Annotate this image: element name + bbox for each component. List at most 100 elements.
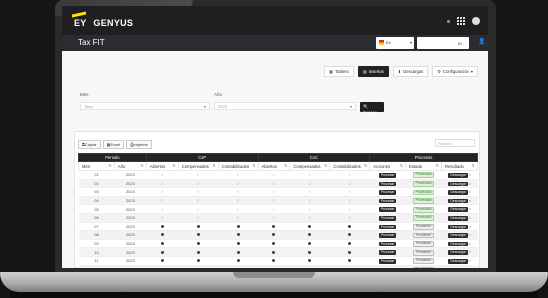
procesar-button[interactable]: Procesar [378, 241, 397, 247]
file-icon: ▤ [362, 69, 367, 74]
descargar-button[interactable]: Descargar [448, 215, 468, 221]
descargar-button[interactable]: Descargar [448, 250, 468, 255]
topbar-icons [447, 17, 480, 25]
cell-indicator [146, 247, 179, 257]
cell-indicator [146, 230, 179, 240]
cell-indicator: ✓ [329, 170, 370, 180]
descargar-button[interactable]: Descargar [448, 241, 468, 247]
cell-indicator: ✓ [146, 196, 179, 206]
cell-indicator: ✓ [329, 204, 370, 214]
status-badge: Pendiente [413, 258, 434, 265]
language-selector[interactable]: Es ▾ [376, 37, 414, 49]
col-mes[interactable]: Mes [78, 161, 115, 171]
tab-configuracion[interactable]: ⚙ Configuración ▾ [432, 66, 478, 77]
col-cxc-contabilizados[interactable]: Contabilizados [329, 161, 371, 171]
mes-select[interactable]: Todo ▾ [80, 102, 210, 110]
brand-logo[interactable]: EY GENYUS [74, 18, 133, 28]
check-icon: ✓ [160, 215, 164, 221]
copy-button[interactable]: ⧉ Copiar [78, 140, 101, 149]
anio-select[interactable]: 2023 ▾ [214, 102, 356, 110]
pending-dot-icon [272, 224, 276, 228]
excel-button[interactable]: ▦ Excel [102, 140, 125, 149]
descargar-button[interactable]: Descargar [448, 173, 468, 178]
check-icon: ✓ [160, 172, 164, 178]
cell-acciones: Procesar [369, 196, 406, 206]
check-icon: ✓ [348, 215, 352, 221]
check-icon: ✓ [160, 206, 164, 212]
chevron-down-icon: ▾ [469, 250, 471, 255]
procesar-button[interactable]: Procesar [378, 258, 397, 264]
procesar-button[interactable]: Procesar [378, 190, 397, 195]
procesar-button[interactable]: Procesar [378, 207, 397, 212]
cell-resultado: Descargar ▾ [441, 179, 478, 189]
descargar-button[interactable]: Descargar [448, 224, 468, 230]
check-icon: ✓ [196, 172, 200, 178]
apps-grid-icon[interactable] [457, 17, 465, 25]
descargar-button[interactable]: Descargar [448, 190, 468, 195]
pending-dot-icon [236, 224, 240, 228]
cell-indicator: ✓ [218, 213, 258, 223]
cell-mes: 01 [78, 170, 115, 180]
check-icon: ✓ [196, 215, 200, 221]
cell-acciones: Procesar [369, 265, 406, 268]
status-badge: Procesado [412, 189, 435, 196]
col-anio[interactable]: Año [113, 161, 147, 171]
pending-dot-icon [308, 233, 312, 237]
procesar-button[interactable]: Procesar [378, 233, 397, 238]
cell-anio: 2023 [114, 230, 147, 240]
procesar-button[interactable]: Procesar [378, 181, 397, 187]
descargar-button[interactable]: Descargar [448, 258, 468, 264]
col-resultado[interactable]: Resultado [441, 161, 478, 171]
top-navbar: EY GENYUS [62, 6, 488, 35]
check-icon: ✓ [272, 198, 276, 204]
col-estado[interactable]: Estado [405, 161, 442, 171]
cell-indicator [289, 222, 330, 232]
check-icon: ✓ [236, 215, 240, 221]
cell-estado: Pendiente [405, 247, 442, 257]
cell-indicator [218, 230, 258, 240]
procesar-button[interactable]: Procesar [378, 224, 397, 230]
cell-indicator [258, 256, 290, 266]
procesar-button[interactable]: Procesar [378, 250, 397, 255]
print-button[interactable]: ⎙ Imprimir [126, 140, 152, 149]
group-header-cxc: CxC [257, 153, 371, 162]
cell-indicator [178, 265, 219, 268]
procesar-button[interactable]: Procesar [378, 198, 397, 204]
laptop-shadow [10, 292, 538, 298]
descargar-button[interactable]: Descargar [448, 181, 468, 187]
company-selector[interactable]: ID [417, 37, 469, 49]
check-icon: ✓ [308, 198, 312, 204]
user-menu-icon[interactable]: 👤 [478, 38, 485, 46]
cell-indicator: ✓ [178, 213, 219, 223]
descargar-button[interactable]: Descargar [448, 198, 468, 204]
col-cxp-abiertos[interactable]: Abiertos [145, 161, 179, 171]
descargar-button[interactable]: Descargar [448, 233, 468, 238]
table-search-placeholder: Search: [438, 141, 452, 146]
col-cxc-abiertos[interactable]: Abiertos [257, 161, 291, 171]
cell-indicator: ✓ [178, 179, 219, 189]
procesar-button[interactable]: Procesar [378, 173, 397, 178]
tab-descargas[interactable]: ⬇ Descargas [392, 66, 429, 77]
pending-dot-icon [348, 250, 352, 254]
buscar-button[interactable]: 🔍 Buscar [360, 102, 384, 115]
check-icon: ✓ [348, 198, 352, 204]
col-cxc-compensados[interactable]: Compensados [289, 161, 331, 171]
pending-dot-icon [348, 259, 352, 263]
check-icon: ✓ [348, 206, 352, 212]
tab-tablero[interactable]: ▦ Tablero [324, 66, 354, 77]
col-cxp-compensados[interactable]: Compensados [177, 161, 219, 171]
col-acciones[interactable]: Acciones [369, 161, 407, 171]
tab-label: Descargas [403, 69, 424, 74]
table-body: 01 2023 ✓ ✓ ✓ ✓ ✓ ✓ Procesar Procesado Descargar ▾… [78, 170, 478, 268]
table-row: 09 2023 Procesar Pendiente Descargar ▾ [78, 239, 478, 249]
procesar-button[interactable]: Procesar [378, 215, 397, 221]
col-cxp-contabilizados[interactable]: Contabilizados [217, 161, 259, 171]
cell-resultado: Descargar ▾ [441, 265, 478, 268]
table-search-input[interactable]: Search: [435, 139, 475, 147]
user-avatar-icon[interactable] [472, 17, 480, 25]
descargar-button[interactable]: Descargar [448, 207, 468, 212]
tab-insertos[interactable]: ▤ Insertos [357, 66, 389, 77]
cell-indicator [289, 239, 330, 249]
cell-estado: Pendiente [405, 222, 442, 232]
cell-anio: 2023 [114, 196, 147, 206]
